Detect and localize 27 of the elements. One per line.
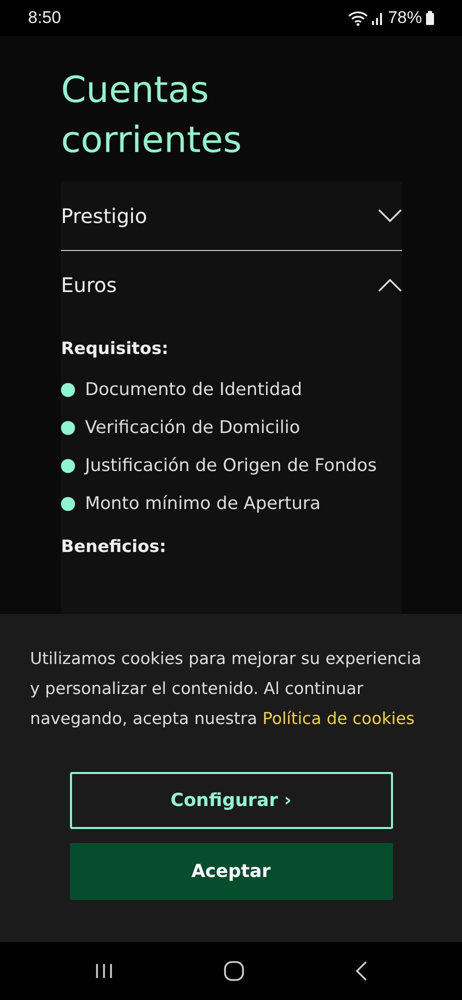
section-heading: Beneficios: <box>61 537 168 557</box>
cookie-policy-link[interactable]: Política de cookies <box>262 709 415 728</box>
list-item: Documento de Identidad <box>85 380 302 400</box>
accordion-header[interactable]: Euros <box>61 251 402 319</box>
status-time: 8:50 <box>28 8 62 28</box>
list-item: Verificación de Domicilio <box>85 418 300 438</box>
section-heading: Requisitos: <box>61 339 170 359</box>
home-icon[interactable] <box>224 961 244 981</box>
chevron-down-icon <box>378 209 402 223</box>
list-item: Justificación de Origen de Fondos <box>85 456 377 476</box>
back-icon[interactable] <box>354 961 367 981</box>
wifi-icon <box>348 10 368 26</box>
page-title: Cuentas corrientes <box>61 69 243 163</box>
signal-icon <box>372 11 384 25</box>
configure-button[interactable]: Configurar › <box>70 772 392 829</box>
accordion-header[interactable]: Prestigio <box>61 182 402 251</box>
bullet-icon <box>61 459 75 473</box>
battery-percent: 78% <box>388 8 422 28</box>
bullet-icon <box>61 421 75 435</box>
bullet-icon <box>61 497 75 511</box>
chevron-up-icon <box>378 278 402 292</box>
cookie-text: Utilizamos cookies para mejorar su experiencia y personalizar el contenido. Al continuar navegando, acepta nuestra Política de cookies <box>30 648 422 730</box>
list-item: Monto mínimo de Apertura <box>85 494 321 514</box>
battery-icon <box>426 11 434 25</box>
accept-button[interactable]: Aceptar <box>70 843 392 900</box>
recents-icon[interactable] <box>95 963 114 979</box>
bullet-icon <box>61 383 75 397</box>
